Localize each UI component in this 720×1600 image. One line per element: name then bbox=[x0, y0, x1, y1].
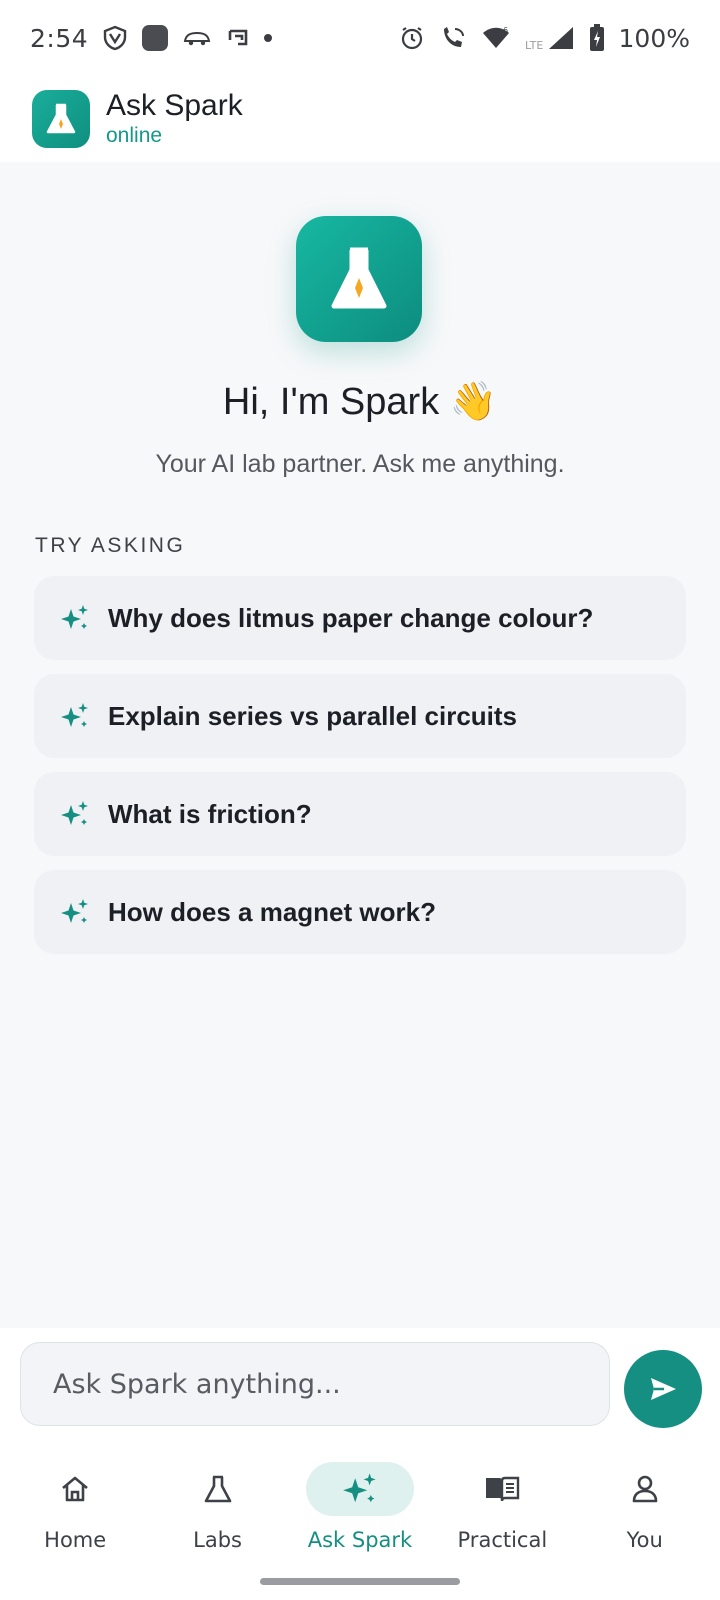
signal-lte-icon: LTE bbox=[525, 27, 573, 51]
suggestion-chip[interactable]: Explain series vs parallel circuits bbox=[34, 674, 686, 758]
home-icon bbox=[62, 1476, 89, 1502]
nav-label: You bbox=[626, 1528, 663, 1552]
flask-icon bbox=[204, 1475, 231, 1503]
nav-item-home[interactable]: Home bbox=[5, 1448, 145, 1600]
suggestion-text: What is friction? bbox=[108, 798, 312, 829]
wifi-icon: 6 bbox=[482, 26, 509, 48]
sparkles-icon bbox=[61, 703, 88, 727]
status-bar-left: 2:54 bbox=[30, 23, 273, 53]
nav-label: Home bbox=[44, 1528, 107, 1552]
app-titles: Ask Spark online bbox=[106, 89, 243, 149]
nav-icon-container bbox=[164, 1462, 272, 1516]
chat-input[interactable] bbox=[20, 1342, 610, 1426]
battery-charging-icon bbox=[589, 24, 604, 51]
alarm-icon bbox=[401, 27, 422, 50]
nav-icon-container bbox=[591, 1462, 699, 1516]
status-bar: 2:54 6 LTE 100% bbox=[0, 0, 720, 76]
nav-label: Ask Spark bbox=[307, 1528, 413, 1552]
app-logo bbox=[32, 90, 90, 148]
sparkles-icon bbox=[61, 801, 88, 825]
svg-text:6: 6 bbox=[503, 26, 508, 35]
book-icon bbox=[486, 1476, 520, 1502]
greeting-subtitle: Your AI lab partner. Ask me anything. bbox=[155, 450, 565, 478]
status-bar-right: 6 LTE 100% bbox=[399, 24, 690, 53]
nav-label: Practical bbox=[457, 1528, 548, 1552]
suggestions-list: Why does litmus paper change colour? Exp… bbox=[34, 576, 686, 954]
send-icon bbox=[651, 1378, 676, 1400]
suggestion-chip[interactable]: What is friction? bbox=[34, 772, 686, 856]
send-button[interactable] bbox=[624, 1350, 702, 1428]
suggestion-text: Explain series vs parallel circuits bbox=[108, 700, 518, 731]
screen-cast-icon bbox=[228, 29, 248, 46]
nav-icon-container bbox=[21, 1462, 129, 1516]
suggestion-text: How does a magnet work? bbox=[108, 896, 436, 927]
battery-level: 100% bbox=[618, 23, 690, 53]
vpn-shield-icon bbox=[103, 25, 127, 51]
nav-item-you[interactable]: You bbox=[575, 1448, 715, 1600]
wifi-calling-icon bbox=[443, 27, 464, 47]
composer bbox=[0, 1328, 720, 1448]
more-notifications-dot-icon bbox=[264, 34, 273, 42]
network-type: LTE bbox=[525, 39, 543, 51]
sparkles-icon bbox=[61, 899, 88, 923]
app-notification-icon bbox=[142, 25, 169, 51]
flask-icon bbox=[331, 247, 387, 309]
app-bar: Ask Spark online bbox=[0, 76, 720, 162]
app-title: Ask Spark bbox=[106, 89, 243, 122]
nav-label: Labs bbox=[193, 1528, 242, 1552]
status-time: 2:54 bbox=[30, 23, 89, 53]
person-icon bbox=[632, 1475, 658, 1503]
suggestions-label: TRY ASKING bbox=[35, 534, 186, 557]
home-indicator[interactable] bbox=[260, 1578, 460, 1585]
suggestion-chip[interactable]: Why does litmus paper change colour? bbox=[34, 576, 686, 660]
car-icon bbox=[183, 31, 211, 46]
suggestion-chip[interactable]: How does a magnet work? bbox=[34, 870, 686, 954]
nav-icon-container bbox=[305, 1462, 414, 1516]
sparkles-icon bbox=[343, 1473, 376, 1503]
suggestion-text: Why does litmus paper change colour? bbox=[108, 602, 594, 633]
online-status: online bbox=[106, 124, 163, 147]
greeting-title: Hi, I'm Spark 👋 bbox=[222, 381, 498, 423]
sparkles-icon bbox=[61, 605, 88, 629]
nav-icon-container bbox=[448, 1462, 556, 1516]
hero-logo bbox=[296, 216, 422, 342]
flask-icon bbox=[46, 103, 76, 134]
